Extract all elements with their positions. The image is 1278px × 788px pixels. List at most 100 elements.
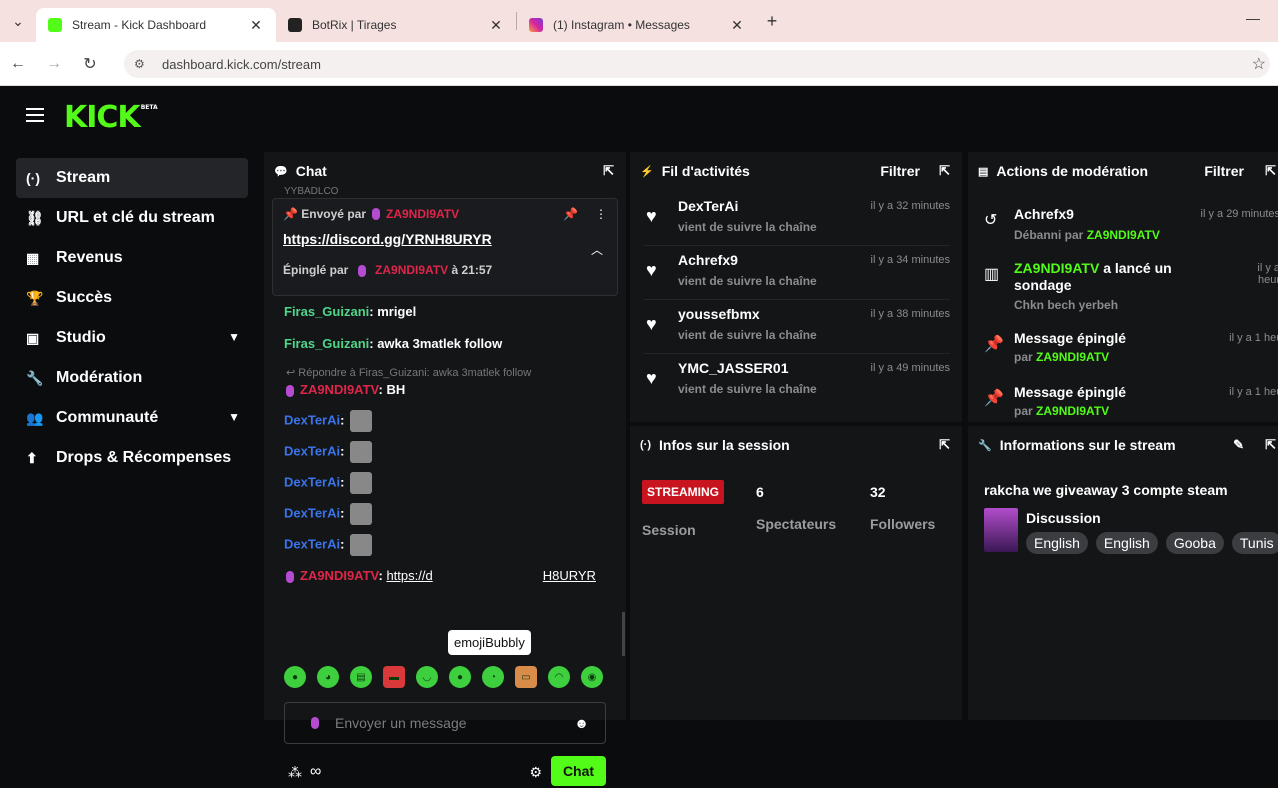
forward-arrow-icon[interactable]: →	[36, 55, 72, 73]
chevron-down-icon[interactable]: ▼	[228, 410, 240, 424]
username[interactable]: DexTerAi	[284, 443, 340, 458]
tab-label: Stream - Kick Dashboard	[72, 18, 207, 32]
chat-message: DexTerAi:	[284, 472, 373, 494]
gear-icon[interactable]: ⚙	[529, 764, 542, 781]
tag-chip[interactable]: Tunis	[1231, 532, 1278, 554]
activity-user[interactable]: YMC_JASSER01	[678, 360, 789, 376]
username[interactable]: ZA9NDI9ATV	[1087, 228, 1160, 242]
popout-icon[interactable]: ⇱	[603, 163, 614, 179]
tag-chip[interactable]: English	[1095, 532, 1158, 554]
sidebar-item-drops[interactable]: ⬆ Drops & Récompenses	[16, 438, 248, 478]
popout-icon[interactable]: ⇱	[1265, 437, 1276, 453]
sidebar-item-communaute[interactable]: 👥 Communauté ▼	[16, 398, 248, 438]
filter-button[interactable]: Filtrer	[1204, 163, 1244, 179]
username[interactable]: Firas_Guizani	[284, 304, 369, 319]
chat-bubble-icon: 💬	[274, 165, 288, 178]
chat-message: DexTerAi:	[284, 503, 373, 525]
emote-image	[350, 441, 373, 463]
username[interactable]: ZA9NDI9ATV	[386, 207, 459, 221]
username[interactable]: ZA9NDI9ATV	[300, 568, 379, 583]
tab-label: BotRix | Tirages	[312, 18, 397, 32]
username[interactable]: ZA9NDI9ATV	[375, 263, 448, 277]
chat-message: DexTerAi:	[284, 534, 373, 556]
sidebar-item-label: Studio	[56, 329, 106, 346]
input-placeholder: Envoyer un message	[335, 715, 467, 731]
bookmark-star-icon[interactable]: ☆	[1252, 54, 1266, 74]
popout-icon[interactable]: ⇱	[939, 163, 950, 179]
emote-button[interactable]: ◉	[581, 666, 603, 688]
sidebar-item-succes[interactable]: 🏆 Succès	[16, 278, 248, 318]
new-tab-plus-icon[interactable]: +	[757, 11, 787, 32]
emote-button[interactable]: ▤	[350, 666, 372, 688]
chat-message-input[interactable]: Envoyer un message ☻	[284, 702, 606, 744]
emote-button[interactable]: ▬	[383, 666, 405, 688]
chevron-down-icon[interactable]: ▼	[228, 330, 240, 344]
site-settings-icon[interactable]: ⚙	[134, 57, 152, 71]
sent-by-label: Envoyé par	[301, 207, 366, 221]
kick-logo[interactable]: KICK BETA	[64, 100, 158, 135]
edit-pencil-icon[interactable]: ✎	[1233, 437, 1244, 453]
username[interactable]: ZA9NDI9ATV	[1014, 260, 1099, 276]
more-options-icon[interactable]: ⋮	[595, 207, 607, 221]
username[interactable]: DexTerAi	[284, 536, 340, 551]
tab-instagram[interactable]: (1) Instagram • Messages ✕	[517, 8, 757, 42]
username[interactable]: DexTerAi	[284, 474, 340, 489]
unpin-icon[interactable]: 📌	[563, 207, 578, 221]
username[interactable]: ZA9NDI9ATV	[1036, 404, 1109, 418]
username[interactable]: ZA9NDI9ATV	[1036, 350, 1109, 364]
sidebar-item-studio[interactable]: ▣ Studio ▼	[16, 318, 248, 358]
username[interactable]: DexTerAi	[284, 505, 340, 520]
chat-scrollbar[interactable]	[622, 612, 625, 656]
chat-panel: 💬 Chat ⇱ YYBADLCO 📌 Envoyé par ZA9NDI9AT…	[264, 152, 626, 786]
username[interactable]: DexTerAi	[284, 412, 340, 427]
tag-chip[interactable]: Gooba	[1165, 532, 1224, 554]
activity-user[interactable]: youssefbmx	[678, 306, 760, 322]
close-tab-icon[interactable]: ✕	[248, 17, 264, 34]
wrench-icon: 🔧	[978, 439, 992, 452]
emote-button[interactable]: ◕	[317, 666, 339, 688]
username[interactable]: ZA9NDI9ATV	[300, 382, 379, 397]
tag-chip[interactable]: English	[1026, 532, 1088, 554]
filter-button[interactable]: Filtrer	[880, 163, 920, 179]
chevron-up-icon[interactable]: ︿	[591, 241, 603, 258]
moderation-title[interactable]: Achrefx9	[1014, 206, 1214, 223]
minimize-window-icon[interactable]: —	[1246, 10, 1260, 26]
emote-button[interactable]: ●	[449, 666, 471, 688]
tab-botrix[interactable]: BotRix | Tirages ✕	[276, 8, 516, 42]
message-link[interactable]: https://d	[386, 568, 432, 583]
points-icon[interactable]: ⁂	[288, 764, 302, 781]
heart-icon: ♥	[646, 260, 657, 280]
activity-user[interactable]: Achrefx9	[678, 252, 738, 268]
emote-button[interactable]: ▭	[515, 666, 537, 688]
tab-search-chevron-icon[interactable]: ⌄	[0, 0, 36, 42]
sidebar-item-revenus[interactable]: ▦ Revenus	[16, 238, 248, 278]
close-tab-icon[interactable]: ✕	[488, 17, 504, 34]
popout-icon[interactable]: ⇱	[939, 437, 950, 453]
activity-user[interactable]: DexTerAi	[678, 198, 738, 214]
username[interactable]: Firas_Guizani	[284, 336, 369, 351]
emote-button[interactable]: ◡	[416, 666, 438, 688]
activity-feed-panel: ⚡ Fil d'activités Filtrer ⇱ ♥ DexTerAi v…	[630, 152, 962, 422]
pinned-by: Épinglé par ZA9NDI9ATV à 21:57	[283, 263, 607, 277]
message-link-end[interactable]: H8URYR	[543, 568, 596, 583]
emote-image	[350, 503, 373, 525]
popout-icon[interactable]: ⇱	[1265, 163, 1276, 179]
emote-bubbly-button[interactable]: ◔	[482, 666, 504, 688]
close-tab-icon[interactable]: ✕	[729, 17, 745, 34]
emoji-picker-icon[interactable]: ☻	[574, 715, 589, 731]
emote-button[interactable]: ◠	[548, 666, 570, 688]
infinity-icon[interactable]: ∞	[310, 763, 321, 781]
url-field[interactable]: ⚙ dashboard.kick.com/stream ☆	[124, 50, 1270, 78]
emote-button[interactable]: ●	[284, 666, 306, 688]
send-chat-button[interactable]: Chat	[551, 756, 606, 786]
back-arrow-icon[interactable]: ←	[0, 55, 36, 73]
cut-off-message: YYBADLCO	[284, 186, 339, 197]
reload-icon[interactable]: ↻	[72, 54, 108, 74]
stream-category[interactable]: Discussion	[1026, 510, 1101, 526]
menu-hamburger-icon[interactable]	[26, 108, 44, 126]
sidebar-item-stream-url[interactable]: ⛓ URL et clé du stream	[16, 198, 248, 238]
sidebar-item-stream[interactable]: (·) Stream	[16, 158, 248, 198]
pinned-link[interactable]: https://discord.gg/YRNH8URYR	[283, 231, 607, 247]
tab-kick-dashboard[interactable]: Stream - Kick Dashboard ✕	[36, 8, 276, 42]
sidebar-item-moderation[interactable]: 🔧 Modération	[16, 358, 248, 398]
